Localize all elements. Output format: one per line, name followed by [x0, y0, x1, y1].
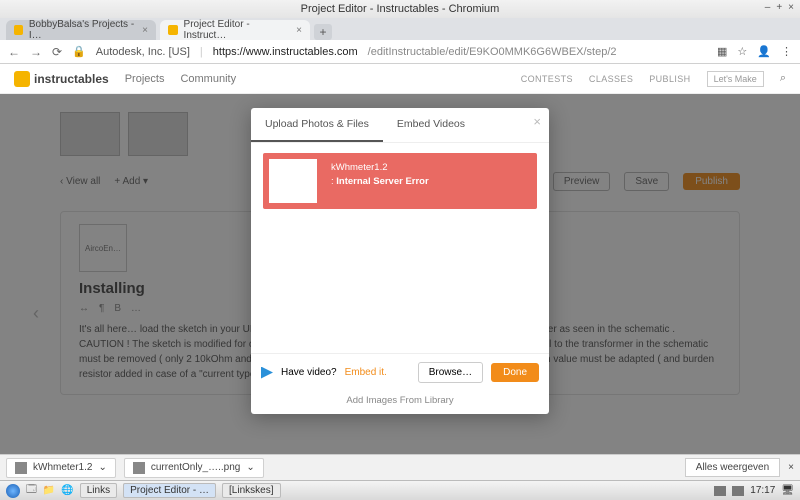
file-thumbnail	[269, 159, 317, 203]
taskbar-item[interactable]: Links	[80, 483, 117, 498]
security-label: Autodesk, Inc. [US]	[96, 46, 190, 58]
quicklaunch-icon[interactable]: 📁	[43, 485, 55, 496]
nav-back-button[interactable]: ←	[8, 45, 20, 59]
bookmark-icon[interactable]: ☆	[737, 45, 747, 58]
window-close-button[interactable]: ×	[788, 2, 794, 13]
browser-tab[interactable]: BobbyBalsa's Projects - I… ×	[6, 20, 156, 40]
upload-error-card: kWhmeter1.2 : Internal Server Error	[263, 153, 537, 209]
taskbar-clock[interactable]: 17:17	[750, 485, 775, 496]
site-header: instructables Projects Community CONTEST…	[0, 64, 800, 94]
chevron-down-icon[interactable]: ⌄	[246, 462, 254, 473]
done-button[interactable]: Done	[491, 363, 539, 382]
nav-community[interactable]: Community	[180, 73, 236, 85]
nav-reload-button[interactable]: ⟳	[52, 45, 62, 59]
taskbar-item[interactable]: [Linkskes]	[222, 483, 280, 498]
tab-upload[interactable]: Upload Photos & Files	[251, 108, 383, 142]
tab-close-icon[interactable]: ×	[296, 25, 302, 36]
new-tab-button[interactable]: +	[314, 24, 332, 40]
upload-filename: kWhmeter1.2	[331, 161, 429, 175]
close-shelf-button[interactable]: ×	[788, 462, 794, 473]
browse-button[interactable]: Browse…	[418, 362, 483, 383]
tab-title: Project Editor - Instruct…	[184, 19, 291, 41]
menu-icon[interactable]: ⋮	[781, 45, 792, 58]
add-from-library-link[interactable]: Add Images From Library	[251, 391, 549, 414]
chevron-down-icon[interactable]: ⌄	[98, 462, 106, 473]
taskbar-item[interactable]: Project Editor - …	[123, 483, 216, 498]
download-filename: kWhmeter1.2	[33, 462, 92, 473]
file-icon	[15, 462, 27, 474]
browser-tab[interactable]: Project Editor - Instruct… ×	[160, 20, 310, 40]
show-all-downloads-button[interactable]: Alles weergeven	[685, 458, 780, 477]
quicklaunch-icon[interactable]: 🌐	[61, 485, 73, 496]
address-bar: ← → ⟳ 🔒 Autodesk, Inc. [US] | https://ww…	[0, 40, 800, 64]
robot-icon	[14, 71, 30, 87]
lock-icon[interactable]: 🔒	[72, 45, 86, 58]
extension-icon[interactable]: ▦	[717, 45, 727, 58]
modal-close-button[interactable]: ×	[533, 114, 541, 129]
download-filename: currentOnly_…..png	[151, 462, 241, 473]
tray-monitor-icon[interactable]: 🖥	[781, 485, 794, 496]
site-logo[interactable]: instructables	[14, 71, 109, 87]
tray-network-icon[interactable]	[714, 486, 726, 496]
login-button[interactable]: Let's Make	[707, 71, 764, 87]
upload-error-message: Internal Server Error	[336, 176, 428, 187]
nav-classes[interactable]: CLASSES	[589, 74, 633, 84]
download-shelf: kWhmeter1.2 ⌄ currentOnly_…..png ⌄ Alles…	[0, 454, 800, 480]
window-minimize-button[interactable]: –	[765, 2, 771, 13]
tray-volume-icon[interactable]	[732, 486, 744, 496]
embed-link[interactable]: Embed it.	[345, 367, 387, 378]
file-icon	[133, 462, 145, 474]
download-item[interactable]: kWhmeter1.2 ⌄	[6, 458, 116, 478]
nav-projects[interactable]: Projects	[125, 73, 165, 85]
video-prompt: Have video?	[281, 367, 337, 378]
tab-embed-videos[interactable]: Embed Videos	[383, 108, 479, 142]
os-taskbar: 🗔 📁 🌐 Links Project Editor - … [Linkskes…	[0, 480, 800, 500]
window-title: Project Editor - Instructables - Chromiu…	[301, 3, 500, 15]
quicklaunch-icon[interactable]: 🗔	[26, 482, 37, 499]
url-path[interactable]: /editInstructable/edit/E9KO0MMK6G6WBEX/s…	[368, 46, 617, 58]
url-host[interactable]: https://www.instructables.com	[213, 46, 358, 58]
tab-title: BobbyBalsa's Projects - I…	[29, 19, 136, 41]
nav-contests[interactable]: CONTESTS	[521, 74, 573, 84]
play-icon	[261, 367, 273, 379]
browser-tabstrip: BobbyBalsa's Projects - I… × Project Edi…	[0, 18, 800, 40]
favicon-icon	[14, 25, 23, 35]
tab-close-icon[interactable]: ×	[142, 25, 148, 36]
nav-publish[interactable]: PUBLISH	[649, 74, 690, 84]
download-item[interactable]: currentOnly_…..png ⌄	[124, 458, 264, 478]
upload-modal: × Upload Photos & Files Embed Videos kWh…	[251, 108, 549, 414]
favicon-icon	[168, 25, 178, 35]
profile-icon[interactable]: 👤	[757, 45, 771, 58]
window-maximize-button[interactable]: +	[776, 2, 782, 13]
nav-forward-button[interactable]: →	[30, 45, 42, 59]
search-icon[interactable]: ⌕	[780, 72, 786, 85]
start-menu-button[interactable]	[6, 484, 20, 498]
brand-text: instructables	[34, 72, 109, 86]
